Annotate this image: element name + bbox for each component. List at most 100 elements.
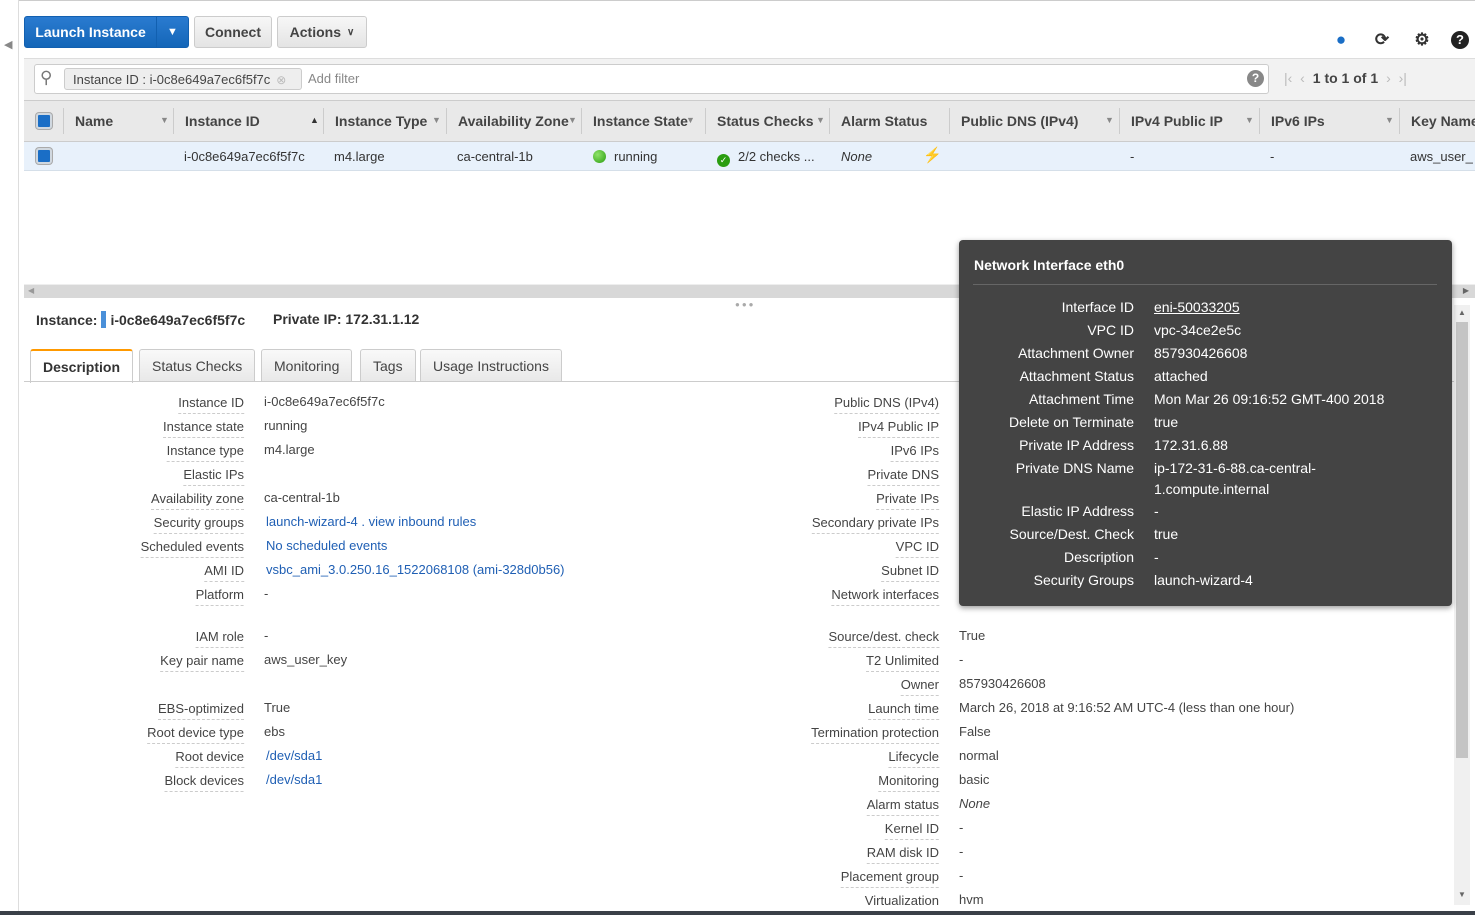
search-icon: ⚲ (40, 68, 53, 87)
scroll-up-icon[interactable]: ▲ (1458, 308, 1466, 317)
chat-icon[interactable]: ● (1331, 30, 1351, 50)
detail-label-scheduled-events: Scheduled events (140, 539, 244, 558)
detail-label-platform: Platform (195, 587, 244, 606)
column-separator[interactable] (173, 108, 174, 134)
column-separator[interactable] (1119, 108, 1120, 134)
cell-key-name: aws_user_ (1410, 149, 1473, 164)
sort-dropdown-icon[interactable]: ▼ (816, 115, 825, 125)
detail-value-launch-time: March 26, 2018 at 9:16:52 AM UTC-4 (less… (959, 700, 1295, 715)
column-separator[interactable] (829, 108, 830, 134)
prev-page-icon[interactable]: ‹ (1300, 70, 1305, 86)
scroll-down-icon[interactable]: ▼ (1458, 890, 1466, 899)
resize-handle[interactable]: ●●● (735, 300, 756, 309)
actions-button[interactable]: Actions ∨ (277, 16, 367, 48)
column-header-public-dns-ipv4[interactable]: Public DNS (IPv4) (961, 113, 1078, 129)
first-page-icon[interactable]: |‹ (1284, 70, 1292, 86)
popup-value-interface-id[interactable]: eni-50033205 (1154, 297, 1240, 318)
detail-value-lifecycle: normal (959, 748, 999, 763)
column-separator[interactable] (949, 108, 950, 134)
column-separator[interactable] (323, 108, 324, 134)
detail-value-ebs-optimized: True (264, 700, 291, 715)
detail-value-instance-id: i-0c8e649a7ec6f5f7c (264, 394, 385, 409)
column-header-availability-zone[interactable]: Availability Zone (458, 113, 569, 129)
detail-label-instance-type: Instance type (166, 443, 244, 462)
next-page-icon[interactable]: › (1386, 70, 1391, 86)
scroll-right-icon[interactable]: ▶ (1463, 286, 1469, 295)
tab-monitoring[interactable]: Monitoring (261, 349, 353, 382)
column-header-instance-id[interactable]: Instance ID (185, 113, 260, 129)
popup-label-vpc-id: VPC ID (1087, 322, 1134, 338)
popup-value-vpc-id: vpc-34ce2e5c (1154, 322, 1242, 338)
column-header-name[interactable]: Name (75, 113, 113, 129)
detail-label-ram-disk-id: RAM disk ID (866, 845, 939, 864)
detail-value-source-dest-check: True (959, 628, 986, 643)
detail-value-security-groups[interactable]: launch-wizard-4 . view inbound rules (266, 514, 476, 529)
detail-label-elastic-ips: Elastic IPs (183, 467, 244, 486)
launch-instance-button[interactable]: Launch Instance (24, 16, 157, 48)
column-separator[interactable] (581, 108, 582, 134)
detail-value-ami-id[interactable]: vsbc_ami_3.0.250.16_1522068108 (ami-328d… (266, 562, 565, 577)
sort-ascending-icon[interactable]: ▲ (310, 115, 319, 125)
select-all-checkbox[interactable] (36, 113, 52, 129)
column-header-alarm-status[interactable]: Alarm Status (841, 113, 927, 129)
column-header-status-checks[interactable]: Status Checks (717, 113, 813, 129)
detail-value-ram-disk-id: - (959, 844, 964, 859)
connect-button[interactable]: Connect (194, 16, 272, 48)
tab-description[interactable]: Description (30, 349, 134, 383)
column-separator[interactable] (1259, 108, 1260, 134)
detail-label-ipv6-ips: IPv6 IPs (890, 443, 939, 462)
detail-value-t2-unlimited: - (959, 652, 964, 667)
sort-dropdown-icon[interactable]: ▼ (432, 115, 441, 125)
filter-chip[interactable]: Instance ID : i-0c8e649a7ec6f5f7c ⊗ (64, 68, 302, 90)
popup-value-description: - (1154, 549, 1159, 565)
popup-label-interface-id: Interface ID (1061, 299, 1134, 315)
add-filter-placeholder[interactable]: Add filter (308, 71, 359, 86)
collapse-sidebar-icon[interactable]: ◀ (4, 38, 14, 54)
column-separator[interactable] (1399, 108, 1400, 134)
refresh-icon[interactable]: ⟳ (1372, 30, 1392, 50)
remove-filter-icon[interactable]: ⊗ (276, 73, 286, 87)
column-header-instance-type[interactable]: Instance Type (335, 113, 427, 129)
column-header-ipv6-ips[interactable]: IPv6 IPs (1271, 113, 1325, 129)
popup-label-attachment-time: Attachment Time (1028, 391, 1134, 407)
popup-label-security-groups: Security Groups (1033, 572, 1134, 588)
detail-label-key-pair-name: Key pair name (160, 653, 244, 672)
detail-label-termination-protection: Termination protection (811, 725, 939, 744)
tab-usage-instructions[interactable]: Usage Instructions (420, 349, 562, 382)
row-checkbox[interactable] (36, 148, 52, 164)
popup-value-attachment-status: attached (1154, 368, 1208, 384)
column-header-ipv4-public-ip[interactable]: IPv4 Public IP (1131, 113, 1223, 129)
detail-label-ebs-optimized: EBS-optimized (158, 701, 244, 720)
column-separator[interactable] (705, 108, 706, 134)
detail-value-block-devices[interactable]: /dev/sda1 (266, 772, 322, 787)
scrollbar-thumb[interactable] (1456, 322, 1468, 758)
gear-icon[interactable]: ⚙ (1412, 30, 1432, 50)
detail-value-termination-protection: False (959, 724, 991, 739)
column-header-key-name[interactable]: Key Name (1411, 113, 1475, 129)
column-separator[interactable] (63, 108, 64, 134)
column-separator[interactable] (446, 108, 447, 134)
tab-tags[interactable]: Tags (360, 349, 416, 382)
detail-label-launch-time: Launch time (868, 701, 939, 720)
sort-dropdown-icon[interactable]: ▼ (568, 115, 577, 125)
scroll-left-icon[interactable]: ◀ (28, 286, 34, 295)
sort-dropdown-icon[interactable]: ▼ (1385, 115, 1394, 125)
tab-status-checks[interactable]: Status Checks (139, 349, 256, 382)
detail-label-public-dns-ipv4: Public DNS (IPv4) (834, 395, 939, 414)
sort-dropdown-icon[interactable]: ▼ (160, 115, 169, 125)
detail-label-secondary-private-ips: Secondary private IPs (811, 515, 939, 534)
create-alarm-icon[interactable]: ⚡ (923, 146, 942, 164)
filter-help-icon[interactable]: ? (1247, 70, 1264, 87)
sort-dropdown-icon[interactable]: ▼ (1105, 115, 1114, 125)
detail-value-scheduled-events[interactable]: No scheduled events (266, 538, 387, 553)
cell-status-checks[interactable]: ✓ 2/2 checks ... (717, 149, 815, 167)
pagination: |‹ ‹ 1 to 1 of 1 › ›| (1284, 70, 1407, 86)
detail-label-ami-id: AMI ID (204, 563, 244, 582)
sort-dropdown-icon[interactable]: ▼ (1245, 115, 1254, 125)
launch-dropdown-button[interactable]: ▼ (156, 16, 189, 48)
sort-dropdown-icon[interactable]: ▼ (686, 115, 695, 125)
last-page-icon[interactable]: ›| (1399, 70, 1407, 86)
help-icon[interactable]: ? (1451, 31, 1469, 49)
column-header-instance-state[interactable]: Instance State (593, 113, 688, 129)
detail-value-root-device[interactable]: /dev/sda1 (266, 748, 322, 763)
